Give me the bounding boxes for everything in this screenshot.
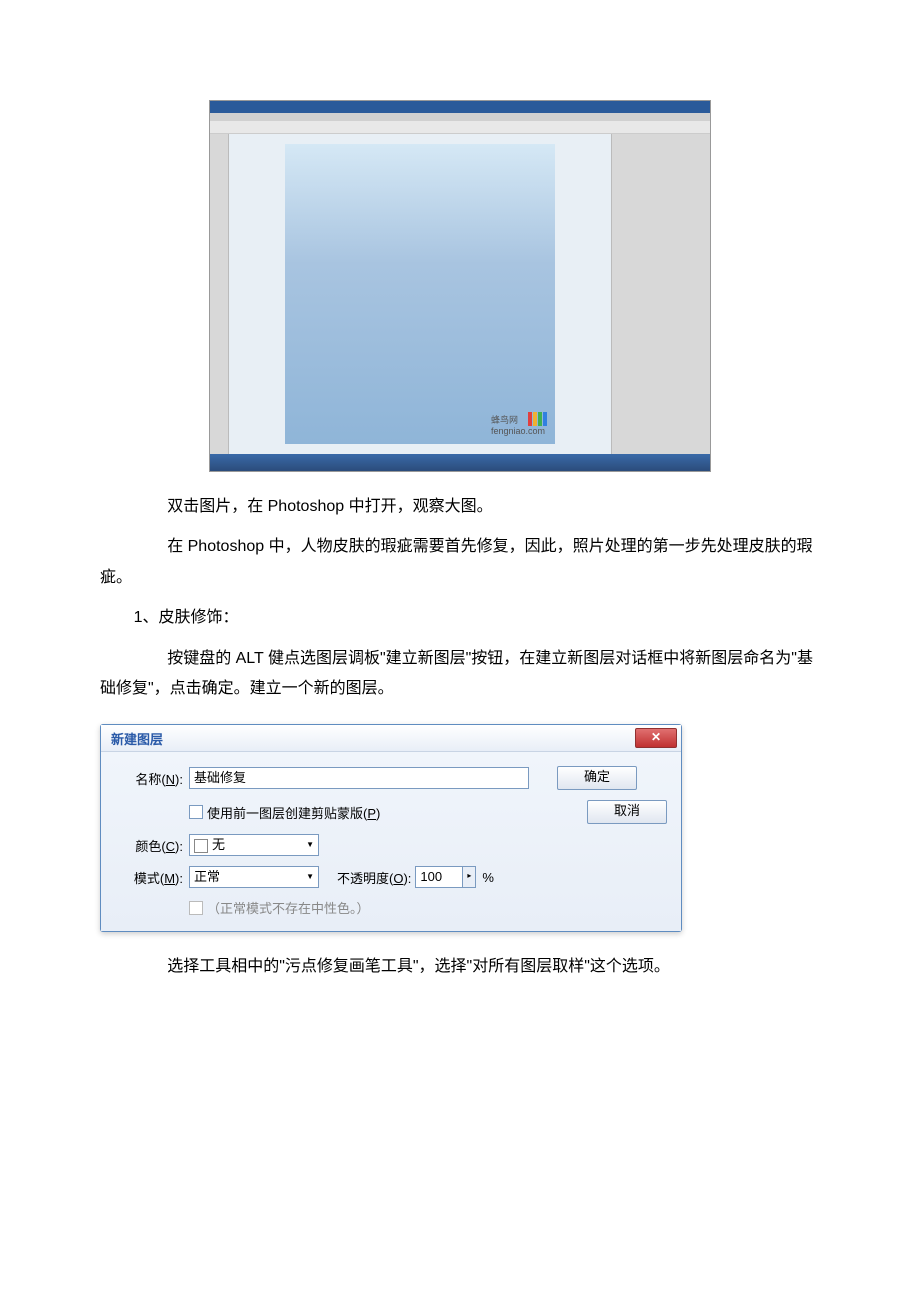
watermark: 蜂鸟网 fengniao.com: [491, 413, 545, 436]
row-clipping: 使用前一图层创建剪贴蒙版(P) 取消: [115, 800, 667, 824]
paragraph-open-image: 双击图片，在 Photoshop 中打开，观察大图。: [100, 492, 820, 522]
paragraph-alt-new-layer: 按键盘的 ALT 健点选图层调板"建立新图层"按钮，在建立新图层对话框中将新图层…: [100, 644, 820, 705]
heading-skin-retouch: 1、皮肤修饰：: [100, 603, 820, 633]
clip-checkbox[interactable]: [189, 805, 203, 819]
ok-button[interactable]: 确定: [557, 766, 637, 790]
title-bar: [210, 101, 710, 113]
color-select[interactable]: 无 ▼: [189, 834, 319, 856]
cancel-button[interactable]: 取消: [587, 800, 667, 824]
taskbar: [210, 454, 710, 472]
new-layer-dialog: 新建图层 ✕ 名称(N): 基础修复 确定 使用前一图层创建剪: [100, 724, 682, 932]
close-button[interactable]: ✕: [635, 728, 677, 748]
name-input[interactable]: 基础修复: [189, 767, 529, 789]
paragraph-skin-intro: 在 Photoshop 中，人物皮肤的瑕疵需要首先修复，因此，照片处理的第一步先…: [100, 532, 820, 593]
work-area: 蜂鸟网 fengniao.com: [210, 134, 710, 454]
color-label: 颜色(C):: [115, 836, 189, 855]
color-swatch-icon: [194, 839, 208, 853]
options-bar: [210, 121, 710, 134]
dialog-body: 名称(N): 基础修复 确定 使用前一图层创建剪贴蒙版(P) 取消: [101, 752, 681, 931]
opacity-unit: %: [482, 870, 494, 885]
chevron-down-icon: ▼: [306, 867, 314, 887]
row-color: 颜色(C): 无 ▼: [115, 834, 667, 856]
mode-label: 模式(M):: [115, 868, 189, 887]
paragraph-spot-healing: 选择工具相中的"污点修复画笔工具"，选择"对所有图层取样"这个选项。: [100, 952, 820, 982]
neutral-checkbox: [189, 901, 203, 915]
photoshop-screenshot: 蜂鸟网 fengniao.com: [209, 100, 711, 472]
neutral-note: （正常模式不存在中性色。）: [207, 898, 370, 917]
clip-label: 使用前一图层创建剪贴蒙版(P): [207, 803, 380, 822]
clip-checkbox-group[interactable]: 使用前一图层创建剪贴蒙版(P): [189, 803, 559, 822]
name-label: 名称(N):: [115, 769, 189, 788]
row-mode: 模式(M): 正常 ▼ 不透明度(O): 100 ▸ %: [115, 866, 667, 888]
opacity-input[interactable]: 100: [415, 866, 463, 888]
panels: [611, 134, 710, 454]
dialog-titlebar: 新建图层 ✕: [101, 725, 681, 752]
portrait-image: 蜂鸟网 fengniao.com: [285, 144, 555, 444]
chevron-down-icon: ▼: [306, 835, 314, 855]
canvas: 蜂鸟网 fengniao.com: [229, 134, 611, 454]
menu-bar: [210, 113, 710, 121]
opacity-label: 不透明度(O):: [337, 868, 411, 887]
tools-panel: [210, 134, 229, 454]
dialog-title: 新建图层: [111, 729, 635, 748]
row-neutral: （正常模式不存在中性色。）: [115, 898, 667, 917]
mode-select[interactable]: 正常 ▼: [189, 866, 319, 888]
opacity-spinner[interactable]: ▸: [463, 866, 476, 888]
row-name: 名称(N): 基础修复 确定: [115, 766, 667, 790]
